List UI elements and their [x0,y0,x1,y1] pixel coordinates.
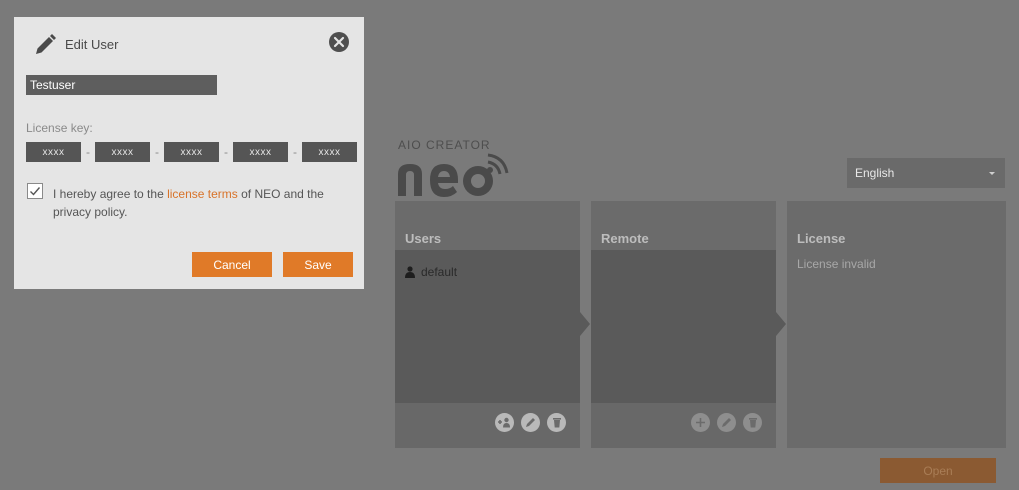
license-key-field-3[interactable]: xxxx [164,142,219,162]
users-panel-title: Users [405,231,442,246]
license-key-separator: - [293,145,297,159]
license-panel: License License invalid [787,201,1006,448]
license-panel-title: License [797,231,846,246]
edit-icon [722,418,731,427]
check-icon [30,187,41,196]
remote-list [591,250,776,403]
username-input[interactable] [26,75,217,95]
dialog-title: Edit User [65,37,119,52]
license-key-field-5[interactable]: xxxx [302,142,357,162]
license-key-label: License key: [26,121,93,135]
delete-user-button[interactable] [547,413,566,432]
logo-subtitle: AIO CREATOR [398,138,491,152]
trash-icon [748,418,757,428]
users-panel: Users default [395,201,580,448]
edit-user-dialog: Edit User License key: xxxx - xxxx - xxx… [14,17,364,289]
user-list-item[interactable]: default [405,265,457,279]
add-remote-button[interactable] [691,413,710,432]
close-circle-icon[interactable] [329,32,349,52]
pencil-icon [36,34,56,54]
users-panel-footer [395,403,580,448]
trash-icon [552,418,561,428]
edit-icon [526,418,535,427]
remote-panel-arrow [776,312,786,336]
add-user-button[interactable] [495,413,514,432]
language-select-value: English [855,166,895,180]
license-key-field-1[interactable]: xxxx [26,142,81,162]
language-select[interactable]: English [847,158,1005,188]
remote-panel: Remote [591,201,776,448]
user-list-item-label: default [421,265,458,279]
license-key-separator: - [86,145,90,159]
delete-remote-button[interactable] [743,413,762,432]
agree-text-before: I hereby agree to the [53,187,168,201]
users-list: default [395,250,580,403]
add-user-icon [498,417,510,428]
license-terms-link[interactable]: license terms [167,187,238,201]
user-icon [405,266,415,278]
agree-checkbox[interactable] [27,183,43,199]
chevron-down-icon [989,172,995,175]
plus-icon [696,418,705,427]
agree-text: I hereby agree to the license terms of N… [53,185,353,221]
license-key-separator: - [155,145,159,159]
edit-user-button[interactable] [521,413,540,432]
license-key-fields: xxxx - xxxx - xxxx - xxxx - xxxx [26,142,357,162]
license-key-separator: - [224,145,228,159]
neo-wordmark-icon [398,153,509,197]
save-button[interactable]: Save [283,252,353,277]
cancel-button[interactable]: Cancel [192,252,272,277]
open-button[interactable]: Open [880,458,996,483]
remote-panel-footer [591,403,776,448]
remote-panel-title: Remote [601,231,649,246]
neo-logo: AIO CREATOR [396,138,556,198]
edit-remote-button[interactable] [717,413,736,432]
license-key-field-2[interactable]: xxxx [95,142,150,162]
license-status: License invalid [797,257,876,271]
users-panel-arrow [580,312,590,336]
license-key-field-4[interactable]: xxxx [233,142,288,162]
